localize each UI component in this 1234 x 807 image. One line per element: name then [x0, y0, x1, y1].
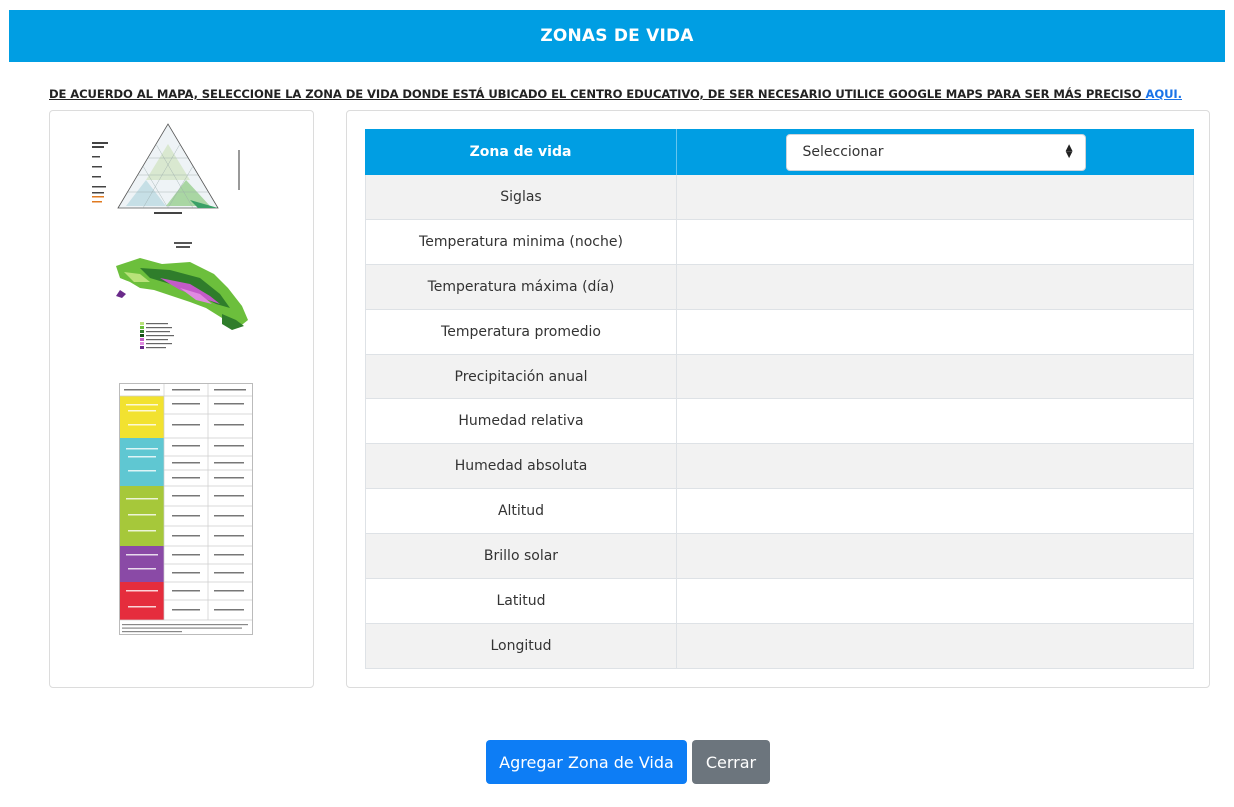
instruction-text: DE ACUERDO AL MAPA, SELECCIONE LA ZONA D…	[49, 87, 1182, 101]
row-label-siglas: Siglas	[365, 175, 677, 220]
row-label-humedad-absoluta: Humedad absoluta	[365, 444, 677, 490]
header-bar: ZONAS DE VIDA	[9, 10, 1225, 62]
row-value-siglas	[677, 175, 1194, 220]
google-maps-link[interactable]: AQUI.	[1145, 87, 1182, 101]
row-label-temp-promedio: Temperatura promedio	[365, 309, 677, 355]
table-row: Temperatura minima (noche)	[365, 219, 1194, 265]
zona-de-vida-select-value: Seleccionar	[802, 144, 884, 160]
row-value-temp-min	[677, 219, 1194, 265]
row-label-brillo-solar: Brillo solar	[365, 534, 677, 580]
table-row: Humedad absoluta	[365, 444, 1194, 490]
holdridge-triangle-image	[68, 120, 268, 216]
row-label-altitud: Altitud	[365, 489, 677, 535]
zona-de-vida-header: Zona de vida	[365, 129, 677, 175]
table-row: Temperatura máxima (día)	[365, 264, 1194, 310]
close-button[interactable]: Cerrar	[692, 740, 770, 784]
zona-de-vida-select[interactable]: Seleccionar ▲ ▼	[785, 133, 1086, 171]
table-row: Latitud	[365, 579, 1194, 624]
table-row: Longitud	[365, 623, 1194, 669]
costa-rica-map-image	[110, 238, 255, 360]
zonas-de-vida-page: ZONAS DE VIDA DE ACUERDO AL MAPA, SELECC…	[0, 0, 1234, 807]
row-value-humedad-relativa	[677, 399, 1194, 445]
row-label-longitud: Longitud	[365, 623, 677, 669]
row-value-longitud	[677, 623, 1194, 669]
row-value-altitud	[677, 489, 1194, 535]
row-value-brillo-solar	[677, 534, 1194, 580]
row-value-temp-promedio	[677, 309, 1194, 355]
table-row: Humedad relativa	[365, 399, 1194, 445]
zona-select-cell: Seleccionar ▲ ▼	[677, 129, 1194, 175]
table-row: Siglas	[365, 175, 1194, 220]
altitude-zones-table-image	[119, 383, 253, 635]
table-row: Temperatura promedio	[365, 309, 1194, 355]
row-label-humedad-relativa: Humedad relativa	[365, 399, 677, 445]
row-value-latitud	[677, 579, 1194, 624]
sort-arrows-icon: ▲ ▼	[1065, 143, 1073, 160]
row-label-latitud: Latitud	[365, 579, 677, 624]
row-label-temp-min: Temperatura minima (noche)	[365, 219, 677, 265]
table-row: Brillo solar	[365, 534, 1194, 580]
row-value-temp-max	[677, 264, 1194, 310]
row-value-humedad-absoluta	[677, 444, 1194, 490]
altitude-zones-table-graphic	[120, 384, 252, 634]
table-row: Altitud	[365, 489, 1194, 535]
page-title: ZONAS DE VIDA	[540, 26, 694, 46]
zone-details-table: Zona de vida Seleccionar ▲ ▼ Siglas Tempe…	[365, 129, 1194, 669]
row-label-precipitacion: Precipitación anual	[365, 354, 677, 400]
table-header-row: Zona de vida Seleccionar ▲ ▼	[365, 129, 1194, 175]
table-row: Precipitación anual	[365, 354, 1194, 400]
add-zona-button[interactable]: Agregar Zona de Vida	[486, 740, 687, 784]
instruction-body: DE ACUERDO AL MAPA, SELECCIONE LA ZONA D…	[49, 87, 1146, 101]
row-label-temp-max: Temperatura máxima (día)	[365, 264, 677, 310]
row-value-precipitacion	[677, 354, 1194, 400]
